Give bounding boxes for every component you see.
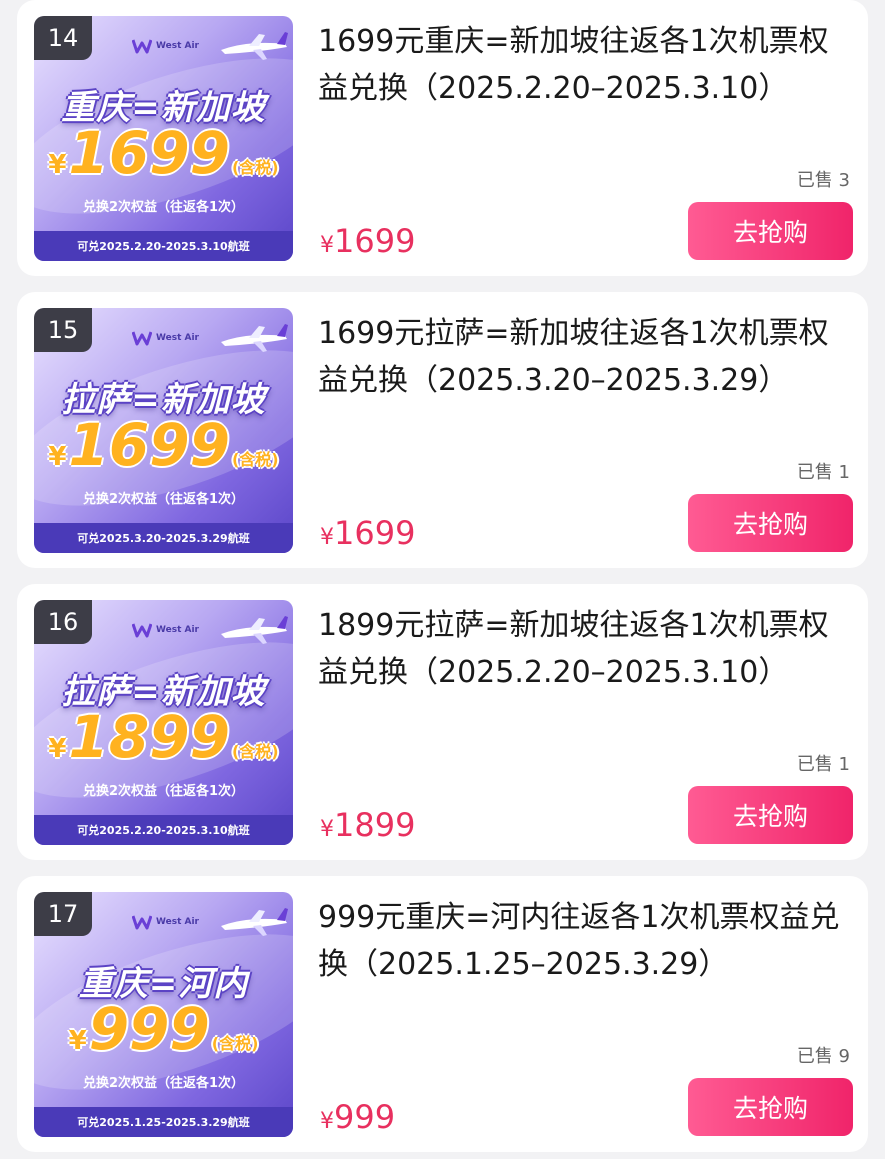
banner-flight-dates: 可兑2025.3.20-2025.3.29航班	[34, 523, 293, 553]
buy-button[interactable]: 去抢购	[688, 786, 853, 844]
airplane-icon	[221, 324, 288, 352]
product-price: ¥ 999	[320, 1098, 395, 1136]
sold-count: 已售 1	[796, 462, 850, 483]
product-list: 14 West Air 重庆=新加坡 ¥ 1699 (含税) 兑换2次权益（往返…	[0, 0, 885, 1159]
price-currency: ¥	[320, 1109, 334, 1134]
west-air-logo-icon	[132, 331, 152, 346]
airline-logo: West Air	[132, 914, 199, 930]
buy-button[interactable]: 去抢购	[688, 1078, 853, 1136]
west-air-logo-icon	[132, 915, 152, 930]
airline-logo: West Air	[132, 622, 199, 638]
banner-flight-dates: 可兑2025.1.25-2025.3.29航班	[34, 1107, 293, 1137]
banner-subline: 兑换2次权益（往返各1次）	[82, 492, 245, 507]
product-thumbnail[interactable]: 16 West Air 拉萨=新加坡 ¥ 1899 (含税) 兑换2次权益（往返…	[34, 600, 293, 845]
product-card[interactable]: 16 West Air 拉萨=新加坡 ¥ 1899 (含税) 兑换2次权益（往返…	[17, 584, 868, 860]
sold-count: 已售 3	[796, 170, 850, 191]
product-card[interactable]: 17 West Air 重庆=河内 ¥ 999 (含税) 兑换2次权益（往返各1…	[17, 876, 868, 1152]
product-price: ¥ 1699	[320, 514, 415, 552]
airline-logo: West Air	[132, 38, 199, 54]
product-thumbnail[interactable]: 17 West Air 重庆=河内 ¥ 999 (含税) 兑换2次权益（往返各1…	[34, 892, 293, 1137]
banner-price-value: 1899	[68, 703, 230, 771]
price-currency: ¥	[320, 525, 334, 550]
airplane-icon	[221, 32, 288, 60]
product-title[interactable]: 1899元拉萨=新加坡往返各1次机票权益兑换（2025.2.20–2025.3.…	[318, 602, 858, 696]
banner-price-value: 1699	[68, 411, 230, 479]
banner-price-currency: ¥	[48, 150, 67, 180]
banner-price-currency: ¥	[48, 734, 67, 764]
rank-badge: 15	[34, 308, 92, 352]
banner-price: ¥ 1699 (含税)	[34, 124, 293, 182]
rank-badge: 16	[34, 600, 92, 644]
rank-badge: 14	[34, 16, 92, 60]
airplane-icon	[221, 616, 288, 644]
airline-logo-text: West Air	[156, 332, 199, 343]
airline-logo-text: West Air	[156, 916, 199, 927]
airline-logo-text: West Air	[156, 624, 199, 635]
product-title[interactable]: 1699元重庆=新加坡往返各1次机票权益兑换（2025.2.20–2025.3.…	[318, 18, 858, 112]
banner-price-currency: ¥	[68, 1026, 87, 1056]
price-currency: ¥	[320, 817, 334, 842]
price-amount: 999	[334, 1098, 396, 1136]
banner-price: ¥ 1899 (含税)	[34, 708, 293, 766]
banner-tax-note: (含税)	[231, 158, 279, 177]
product-card[interactable]: 14 West Air 重庆=新加坡 ¥ 1699 (含税) 兑换2次权益（往返…	[17, 0, 868, 276]
airplane-icon	[221, 908, 288, 936]
product-price: ¥ 1899	[320, 806, 415, 844]
price-currency: ¥	[320, 233, 334, 258]
product-thumbnail[interactable]: 15 West Air 拉萨=新加坡 ¥ 1699 (含税) 兑换2次权益（往返…	[34, 308, 293, 553]
banner-subline: 兑换2次权益（往返各1次）	[82, 1076, 245, 1091]
price-amount: 1699	[334, 222, 416, 260]
buy-button[interactable]: 去抢购	[688, 494, 853, 552]
banner-price-currency: ¥	[48, 442, 67, 472]
banner-tax-note: (含税)	[211, 1034, 259, 1053]
banner-price: ¥ 1699 (含税)	[34, 416, 293, 474]
product-thumbnail[interactable]: 14 West Air 重庆=新加坡 ¥ 1699 (含税) 兑换2次权益（往返…	[34, 16, 293, 261]
banner-price-value: 999	[88, 995, 210, 1063]
west-air-logo-icon	[132, 623, 152, 638]
product-title[interactable]: 1699元拉萨=新加坡往返各1次机票权益兑换（2025.3.20–2025.3.…	[318, 310, 858, 404]
banner-flight-dates: 可兑2025.2.20-2025.3.10航班	[34, 815, 293, 845]
banner-price: ¥ 999 (含税)	[34, 1000, 293, 1058]
banner-tax-note: (含税)	[231, 742, 279, 761]
airline-logo-text: West Air	[156, 40, 199, 51]
price-amount: 1699	[334, 514, 416, 552]
banner-subline: 兑换2次权益（往返各1次）	[82, 784, 245, 799]
rank-badge: 17	[34, 892, 92, 936]
banner-flight-dates: 可兑2025.2.20-2025.3.10航班	[34, 231, 293, 261]
airline-logo: West Air	[132, 330, 199, 346]
sold-count: 已售 1	[796, 754, 850, 775]
banner-price-value: 1699	[68, 119, 230, 187]
product-price: ¥ 1699	[320, 222, 415, 260]
product-title[interactable]: 999元重庆=河内往返各1次机票权益兑换（2025.1.25–2025.3.29…	[318, 894, 858, 988]
product-card[interactable]: 15 West Air 拉萨=新加坡 ¥ 1699 (含税) 兑换2次权益（往返…	[17, 292, 868, 568]
banner-tax-note: (含税)	[231, 450, 279, 469]
buy-button[interactable]: 去抢购	[688, 202, 853, 260]
sold-count: 已售 9	[796, 1046, 850, 1067]
banner-subline: 兑换2次权益（往返各1次）	[82, 200, 245, 215]
west-air-logo-icon	[132, 39, 152, 54]
price-amount: 1899	[334, 806, 416, 844]
